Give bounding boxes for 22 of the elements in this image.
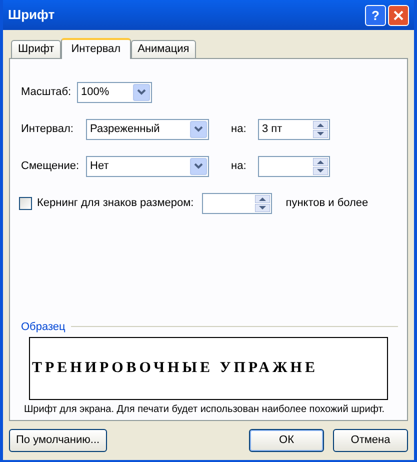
checkbox-label: Кернинг для знаков размером: [37,196,194,211]
position-dropdown[interactable]: Нет [86,156,209,176]
tab[interactable]: Шрифт [11,40,62,58]
window-title: Шрифт [8,6,56,24]
field-label: на: [231,122,248,137]
dialog-button[interactable]: По умолчанию... [9,429,107,452]
scale-dropdown[interactable]: 100% [77,82,152,102]
field-label: Смещение: [20,158,80,174]
field-label: на: [231,158,248,174]
preview-note: Шрифт для экрана. Для печати будет использован наиболее похожий шрифт. [23,403,386,417]
spacing-dropdown[interactable]: Разреженный [86,118,209,140]
ok-button[interactable]: ОК [249,429,324,452]
field-label: Масштаб: [20,84,72,100]
dialog-button[interactable]: Отмена [333,429,408,452]
tab[interactable]: Интервал [61,38,131,59]
group-title: Образец [20,320,66,334]
units-label: пунктов и более [286,196,368,211]
help-button[interactable]: ? [365,4,386,26]
preview-text: ТРЕНИРОВОЧНЫЕ УПРАЖНЕ [31,359,318,378]
spin-field[interactable]: 3 пт [258,118,330,140]
tab[interactable]: Анимация [130,40,196,58]
field-label: Интервал: [20,122,74,137]
